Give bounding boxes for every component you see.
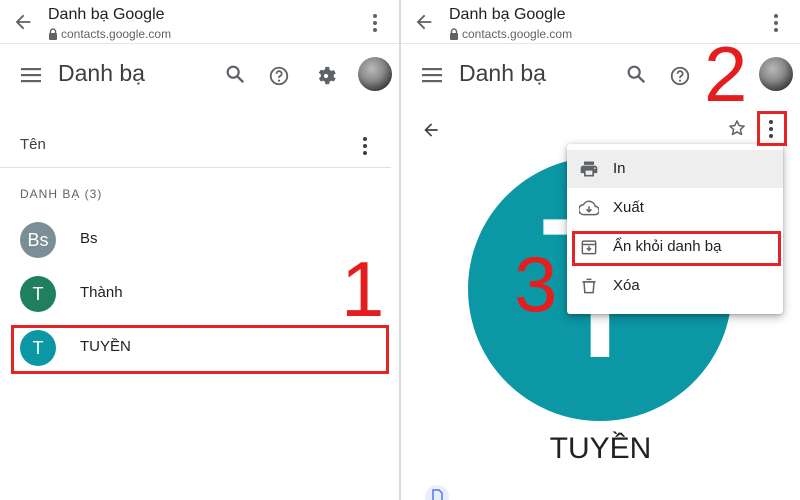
- url-text: contacts.google.com: [61, 27, 172, 41]
- right-screen: Danh bạ Google contacts.google.com Danh …: [401, 0, 800, 500]
- contact-name: Thành: [80, 284, 123, 301]
- back-arrow-icon[interactable]: [413, 11, 435, 33]
- list-more-icon[interactable]: [355, 135, 375, 157]
- search-icon[interactable]: [625, 63, 647, 85]
- sort-label: Tên: [20, 136, 46, 153]
- account-avatar[interactable]: [759, 57, 793, 91]
- menu-item-label: Xóa: [613, 277, 640, 294]
- app-title: Danh bạ: [459, 60, 546, 86]
- contact-row-thanh[interactable]: T Thành: [0, 268, 391, 320]
- left-screen: Danh bạ Google contacts.google.com Danh …: [0, 0, 399, 500]
- app-title: Danh bạ: [58, 60, 145, 86]
- account-avatar[interactable]: [358, 57, 392, 91]
- browser-more-icon[interactable]: [365, 12, 385, 34]
- help-icon[interactable]: [669, 65, 691, 87]
- lock-icon: [450, 28, 458, 40]
- app-bar: Danh bạ: [0, 46, 399, 104]
- document-icon: [425, 485, 449, 500]
- step-1-number: 1: [341, 245, 385, 333]
- browser-bar: Danh bạ Google contacts.google.com: [0, 0, 399, 44]
- menu-item-label: Xuất: [613, 199, 644, 216]
- star-icon[interactable]: [727, 118, 747, 138]
- browser-url[interactable]: contacts.google.com: [48, 27, 171, 41]
- menu-item-print[interactable]: In: [567, 150, 783, 188]
- contact-name: Bs: [80, 230, 98, 247]
- detail-back-arrow-icon[interactable]: [421, 120, 441, 140]
- step-3-number: 3: [514, 240, 558, 328]
- sort-row: Tên: [0, 122, 391, 168]
- contact-avatar: T: [20, 276, 56, 312]
- print-icon: [580, 161, 598, 177]
- hamburger-menu-icon[interactable]: [421, 64, 443, 86]
- browser-page-title: Danh bạ Google: [48, 6, 165, 23]
- browser-page-title: Danh bạ Google: [449, 6, 566, 23]
- settings-gear-icon[interactable]: [315, 65, 337, 87]
- contact-detail-name: TUYỀN: [549, 432, 652, 465]
- step-2-number: 2: [704, 30, 748, 118]
- browser-more-icon[interactable]: [766, 12, 786, 34]
- back-arrow-icon[interactable]: [12, 11, 34, 33]
- contact-avatar: Bs: [20, 222, 56, 258]
- url-text: contacts.google.com: [462, 27, 573, 41]
- hamburger-menu-icon[interactable]: [20, 64, 42, 86]
- contact-row-bs[interactable]: Bs Bs: [0, 214, 391, 266]
- menu-item-delete[interactable]: Xóa: [567, 267, 783, 305]
- contact-actions-menu: In Xuất Ẩn khỏi danh bạ Xóa: [567, 144, 783, 314]
- trash-icon: [582, 278, 596, 294]
- highlight-hide-item-box: [572, 231, 781, 266]
- menu-item-label: In: [613, 160, 626, 177]
- highlight-contact-box: [11, 325, 389, 374]
- help-icon[interactable]: [268, 65, 290, 87]
- contacts-section-header: DANH BẠ (3): [20, 187, 103, 201]
- cloud-download-icon: [579, 200, 599, 216]
- browser-url[interactable]: contacts.google.com: [449, 27, 572, 41]
- highlight-more-button-box: [757, 111, 787, 146]
- search-icon[interactable]: [224, 63, 246, 85]
- menu-item-export[interactable]: Xuất: [567, 189, 783, 227]
- lock-icon: [49, 28, 57, 40]
